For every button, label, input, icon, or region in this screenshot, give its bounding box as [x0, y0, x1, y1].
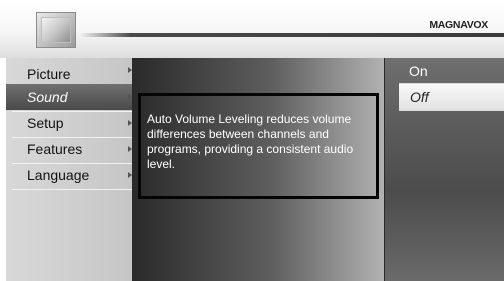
header-bar: MAGNAVOX: [0, 0, 504, 58]
menu-divider: [12, 189, 134, 190]
menu-item-sound[interactable]: Sound: [6, 84, 132, 110]
option-on[interactable]: On: [385, 58, 504, 84]
brand-logo: MAGNAVOX: [429, 19, 488, 31]
menu-item-language[interactable]: Language: [6, 162, 132, 188]
tv-icon: [36, 12, 76, 48]
menu-item-setup[interactable]: Setup: [6, 110, 132, 136]
tv-menu-screen: MAGNAVOX Picture Sound Setup Features La…: [0, 0, 504, 281]
option-off[interactable]: Off: [399, 84, 504, 110]
main-menu: Picture Sound Setup Features Language: [6, 58, 134, 281]
header-divider: [80, 33, 504, 37]
help-text-box: Auto Volume Leveling reduces volume diff…: [138, 93, 379, 199]
menu-item-features[interactable]: Features: [6, 136, 132, 162]
tv-icon-screen: [41, 17, 71, 43]
option-divider: [399, 110, 504, 111]
options-panel: On Off: [385, 58, 504, 281]
